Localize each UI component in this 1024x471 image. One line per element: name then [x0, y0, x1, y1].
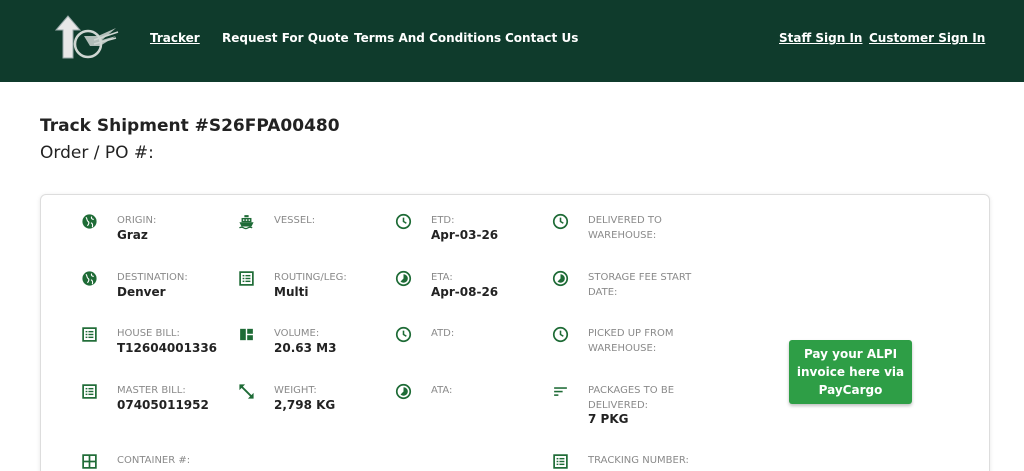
document-list-icon: [552, 453, 570, 471]
house-bill-value: T12604001336: [117, 341, 218, 355]
document-list-icon: [81, 326, 99, 344]
ship-icon: [238, 213, 256, 231]
staff-sign-in-link[interactable]: Staff Sign In: [779, 31, 862, 45]
origin-label: ORIGIN:: [117, 215, 157, 226]
etd-label: ETD:: [431, 215, 455, 226]
storage-fee-start-label-line2: DATE:: [588, 287, 618, 298]
page-title: Track Shipment #S26FPA00480: [40, 116, 340, 136]
picked-up-label-line2: WAREHOUSE:: [588, 343, 657, 354]
master-bill-label: MASTER BILL:: [117, 385, 186, 396]
house-bill-label: HOUSE BILL:: [117, 328, 180, 339]
pay-button-line-2: invoice here via: [796, 365, 905, 379]
vessel-label: VESSEL:: [274, 215, 316, 226]
dashboard-icon: [238, 326, 256, 344]
globe-icon: [81, 270, 99, 288]
nav-link-request-quote[interactable]: Request For Quote: [222, 31, 349, 45]
atd-label: ATD:: [431, 328, 455, 339]
routing-label: ROUTING/LEG:: [274, 272, 347, 283]
destination-value: Denver: [117, 285, 166, 299]
resize-icon: [238, 383, 256, 401]
order-po-label: Order / PO #:: [40, 143, 154, 163]
storage-fee-start-label: STORAGE FEE START: [588, 272, 692, 283]
alpi-logo[interactable]: [54, 14, 122, 64]
top-navigation-bar: Tracker Request For Quote Terms And Cond…: [0, 0, 1024, 82]
timelapse-icon: [395, 383, 413, 401]
clock-icon: [552, 213, 570, 231]
picked-up-label: PICKED UP FROM: [588, 328, 674, 339]
clock-icon: [552, 326, 570, 344]
clock-icon: [395, 326, 413, 344]
destination-label: DESTINATION:: [117, 272, 188, 283]
clock-icon: [395, 213, 413, 231]
packages-label: PACKAGES TO BE: [588, 385, 675, 396]
weight-value: 2,798 KG: [274, 398, 336, 412]
delivered-to-warehouse-label-line2: WAREHOUSE:: [588, 230, 657, 241]
ata-label: ATA:: [431, 385, 453, 396]
document-list-icon: [81, 383, 99, 401]
pay-button-line-1: Pay your ALPI: [803, 347, 898, 361]
document-list-icon: [238, 270, 256, 288]
shipment-details-card: [40, 194, 990, 471]
timelapse-icon: [552, 270, 570, 288]
customer-sign-in-link[interactable]: Customer Sign In: [869, 31, 985, 45]
pay-invoice-paycargo-button[interactable]: Pay your ALPI invoice here via PayCargo: [789, 340, 912, 404]
master-bill-value: 07405011952: [117, 398, 209, 412]
globe-icon: [81, 213, 99, 231]
timelapse-icon: [395, 270, 413, 288]
origin-value: Graz: [117, 228, 148, 242]
nav-link-tracker[interactable]: Tracker: [150, 31, 200, 45]
container-label: CONTAINER #:: [117, 455, 191, 466]
eta-value: Apr-08-26: [431, 285, 499, 299]
weight-label: WEIGHT:: [274, 385, 317, 396]
pay-button-line-3: PayCargo: [818, 383, 883, 397]
tracking-number-label: TRACKING NUMBER:: [588, 455, 689, 466]
volume-label: VOLUME:: [274, 328, 320, 339]
packages-value: 7 PKG: [588, 412, 629, 426]
nav-link-terms[interactable]: Terms And Conditions: [354, 31, 501, 45]
eta-label: ETA:: [431, 272, 453, 283]
volume-value: 20.63 M3: [274, 341, 337, 355]
grid-icon: [81, 453, 99, 471]
packages-label-line2: DELIVERED:: [588, 400, 649, 411]
routing-value: Multi: [274, 285, 309, 299]
nav-link-contact[interactable]: Contact Us: [505, 31, 578, 45]
etd-value: Apr-03-26: [431, 228, 499, 242]
delivered-to-warehouse-label: DELIVERED TO: [588, 215, 662, 226]
sort-lines-icon: [552, 383, 570, 401]
